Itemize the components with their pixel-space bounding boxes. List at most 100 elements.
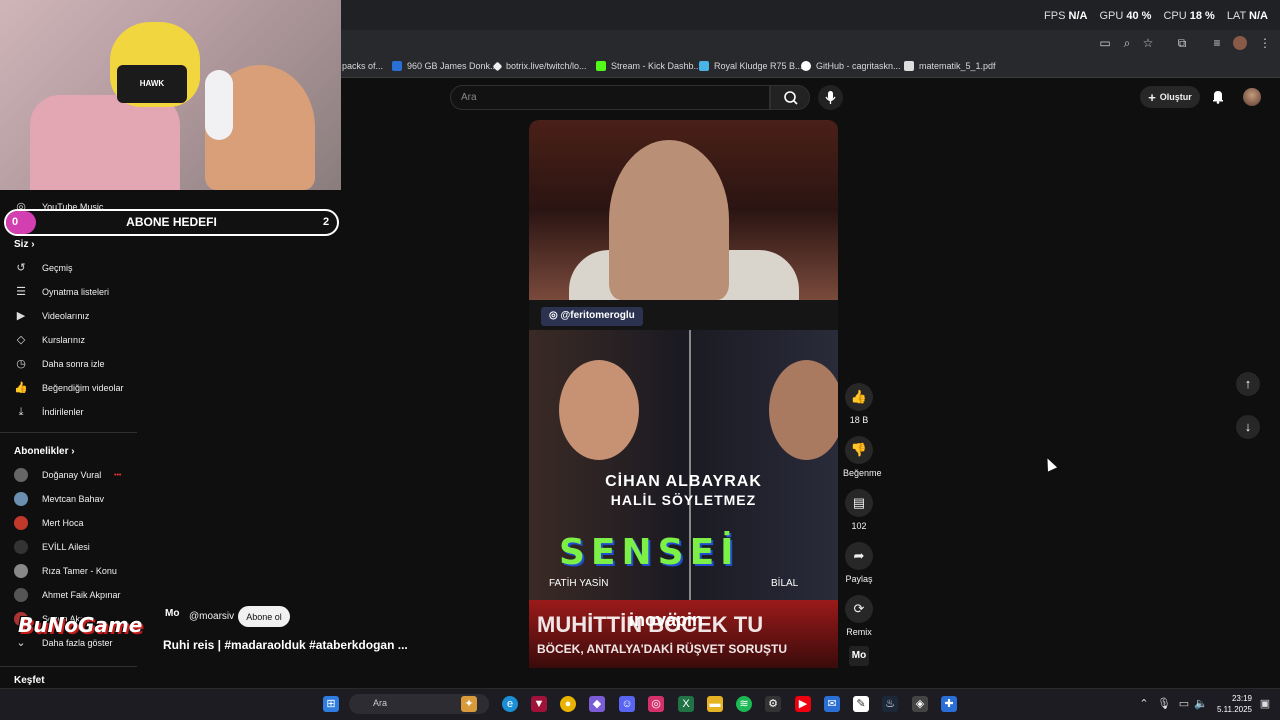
extensions-icon[interactable]: ⧉: [1175, 36, 1189, 50]
taskbar-date[interactable]: 5.11.2025: [1212, 705, 1252, 714]
share-button[interactable]: ➦ Paylaş: [843, 542, 875, 584]
liked-icon: 👍: [14, 382, 28, 394]
instagram-icon[interactable]: ◎: [648, 696, 664, 712]
mic-button[interactable]: [818, 85, 843, 110]
search-highlight-icon: ✦: [461, 696, 477, 712]
bookmark[interactable]: Royal Kludge R75 B...: [699, 61, 803, 71]
cast-icon[interactable]: ▭: [1098, 36, 1112, 50]
sidebar-subscriptions-header[interactable]: Abonelikler ›: [14, 446, 75, 457]
comments-button[interactable]: ▤ 102: [843, 489, 875, 531]
sidebar-item-downloads[interactable]: ⤓ İndirilenler: [14, 403, 84, 421]
windows-taskbar: [0, 688, 1280, 720]
account-avatar[interactable]: [1243, 88, 1261, 106]
sidebar-subscription[interactable]: Rıza Tamer - Konu: [14, 562, 117, 580]
steam-icon[interactable]: ♨: [882, 696, 898, 712]
app-icon[interactable]: ▼: [531, 696, 547, 712]
search-button[interactable]: [770, 85, 810, 110]
excel-icon[interactable]: X: [678, 696, 694, 712]
microphone-icon[interactable]: 🎙: [1156, 696, 1172, 712]
sidebar-subscription[interactable]: Mevtcan Bahav: [14, 490, 104, 508]
copilot-icon[interactable]: ◆: [589, 696, 605, 712]
youtube-icon[interactable]: ▶: [795, 696, 811, 712]
app-icon[interactable]: ✚: [941, 696, 957, 712]
bookmark[interactable]: GitHub - cagritaskn...: [801, 61, 901, 71]
video-sensei-logo: SENSEİ: [559, 532, 740, 573]
edge-icon[interactable]: e: [502, 696, 518, 712]
search-input[interactable]: Ara: [450, 85, 770, 110]
gpu-stat: GPU 40 %: [1099, 10, 1152, 22]
next-video-button[interactable]: ↓: [1236, 415, 1260, 439]
volume-icon[interactable]: 🔈: [1193, 696, 1209, 712]
sidebar-item-liked-videos[interactable]: 👍 Beğendiğim videolar: [14, 379, 123, 397]
history-icon: ↺: [16, 262, 26, 274]
bookmark[interactable]: botrix.live/twitch/lo...: [492, 61, 587, 71]
bookmark-icon: [492, 61, 503, 71]
sidebar-item-courses[interactable]: ◇ Kurslarınız: [14, 331, 85, 349]
more-menu-icon[interactable]: ⋮: [1258, 36, 1272, 50]
channel-avatar: [14, 516, 28, 530]
profile-icon[interactable]: [1233, 36, 1247, 50]
bookmark-icon: [699, 61, 709, 71]
channel-avatar: [14, 468, 28, 482]
app-icon[interactable]: ◈: [912, 696, 928, 712]
video-right-name: BİLAL: [771, 578, 799, 589]
bookmark[interactable]: 960 GB James Donk...: [392, 61, 498, 71]
github-icon: [801, 61, 811, 71]
channel-avatar[interactable]: Mo: [165, 608, 181, 624]
notepad-icon[interactable]: ✎: [853, 696, 869, 712]
sponsor-logo: inovapin: [629, 610, 704, 630]
webcam-background: [30, 95, 180, 190]
thumbs-up-icon: 👍: [845, 383, 873, 411]
notifications-button[interactable]: [1210, 88, 1226, 104]
bookmark[interactable]: matematik_5_1.pdf: [904, 61, 996, 71]
sidebar-you-header[interactable]: Siz ›: [14, 239, 35, 250]
chrome-icon[interactable]: ●: [560, 696, 576, 712]
sidebar-divider: [0, 432, 137, 433]
sidebar-item-history[interactable]: ↺ Geçmiş: [14, 259, 72, 277]
sidebar-subscription[interactable]: Ahmet Faik Akpınar: [14, 586, 121, 604]
video-title[interactable]: Ruhi reis | #madaraolduk #ataberkdogan .…: [163, 638, 408, 652]
taskbar-time[interactable]: 23:19: [1218, 694, 1252, 703]
sidebar-subscription[interactable]: Mert Hoca: [14, 514, 84, 532]
sidebar-divider: [0, 666, 137, 667]
network-icon[interactable]: ▭: [1176, 696, 1192, 712]
folder-icon[interactable]: ▬: [707, 696, 723, 712]
remix-button[interactable]: ⟳ Remix: [843, 595, 875, 637]
channel-avatar: [14, 564, 28, 578]
bookmark[interactable]: Stream - Kick Dashb...: [596, 61, 701, 71]
sidebar-subscription[interactable]: Doğanay Vural: [14, 466, 101, 484]
zoom-icon[interactable]: ⌕: [1120, 36, 1134, 50]
notification-icon[interactable]: ▣: [1257, 696, 1273, 712]
windows-start-icon[interactable]: ⊞: [323, 696, 339, 712]
subscribe-button[interactable]: Abone ol: [238, 606, 290, 627]
discord-icon[interactable]: ☺: [619, 696, 635, 712]
thumbs-down-icon: 👎: [845, 436, 873, 464]
headset: [205, 70, 233, 140]
steam-app-icon[interactable]: ⚙: [765, 696, 781, 712]
spotify-icon[interactable]: ≋: [736, 696, 752, 712]
channel-name[interactable]: @moarsiv: [189, 611, 234, 622]
sidebar-explore-header[interactable]: Keşfet: [14, 675, 45, 686]
mail-icon[interactable]: ✉: [824, 696, 840, 712]
cpu-stat: CPU 18 %: [1163, 10, 1215, 22]
dislike-button[interactable]: 👎 Beğenme: [843, 436, 882, 478]
bookmarks-bar: packs of... 960 GB James Donk... botrix.…: [341, 56, 1280, 78]
bunogame-logo: BuNoGame: [18, 613, 143, 637]
sidebar-item-watch-later[interactable]: ◷ Daha sonra izle: [14, 355, 104, 373]
reading-list-icon[interactable]: ≡: [1210, 36, 1224, 50]
kick-icon: [596, 61, 606, 71]
watch-later-icon: ◷: [16, 358, 26, 370]
sidebar-item-playlists[interactable]: ☰ Oynatma listeleri: [14, 283, 109, 301]
bookmark[interactable]: packs of...: [342, 61, 383, 71]
arrow-down-icon: ↓: [1244, 419, 1252, 434]
sidebar-subscription[interactable]: EVİLL Ailesi: [14, 538, 90, 556]
chevron-up-icon[interactable]: ⌃: [1136, 696, 1152, 712]
channel-logo-button[interactable]: Mo: [849, 646, 869, 666]
previous-video-button[interactable]: ↑: [1236, 372, 1260, 396]
create-button[interactable]: + Oluştur: [1140, 86, 1200, 108]
star-icon[interactable]: ☆: [1141, 36, 1155, 50]
sidebar-item-your-videos[interactable]: ▶ Videolarınız: [14, 307, 90, 325]
shorts-video-player[interactable]: ◎ @feritomeroglu CİHAN ALBAYRAK HALİL SÖ…: [529, 120, 838, 668]
like-button[interactable]: 👍 18 B: [843, 383, 875, 425]
remix-icon: ⟳: [845, 595, 873, 623]
